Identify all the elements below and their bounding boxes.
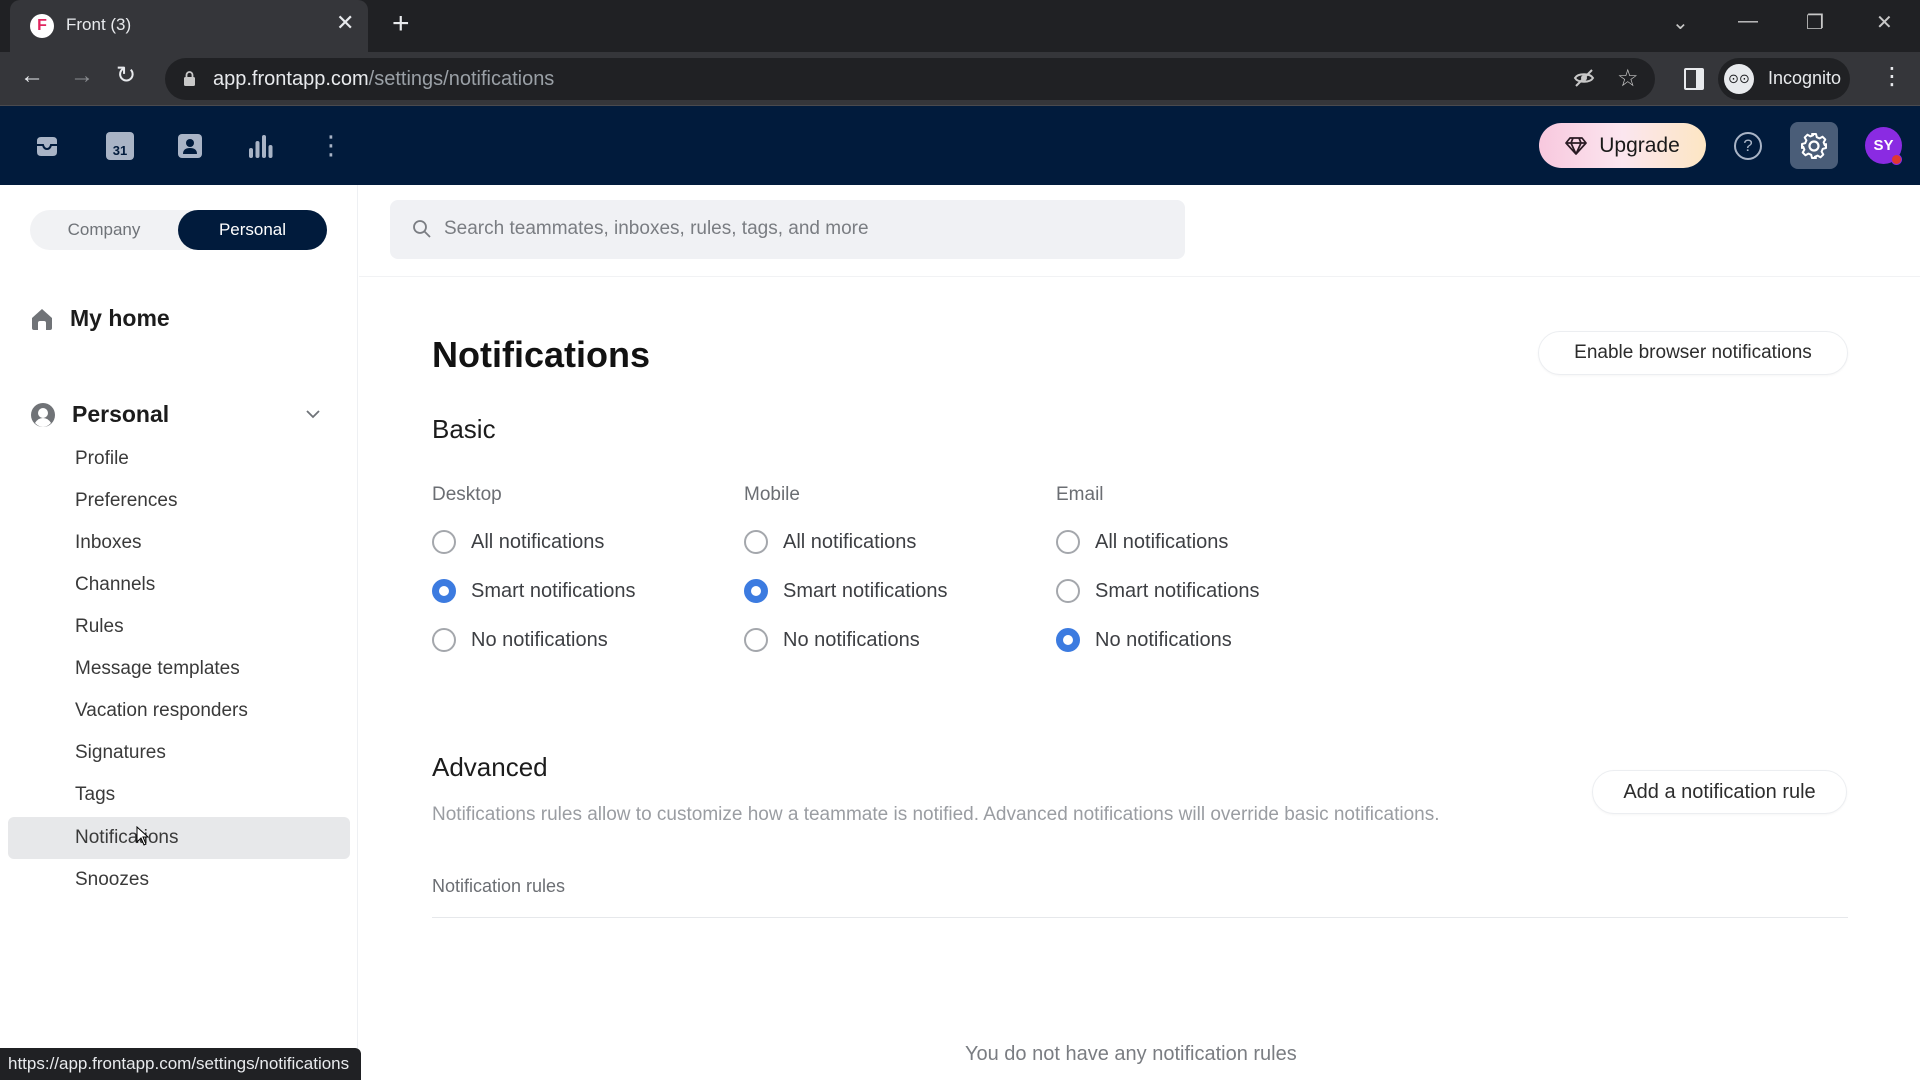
mouse-cursor-icon	[136, 826, 150, 846]
help-icon[interactable]: ?	[1734, 132, 1762, 160]
radio-checked[interactable]	[744, 579, 768, 603]
calendar-icon[interactable]: 31	[106, 132, 134, 160]
radio-unchecked[interactable]	[432, 628, 456, 652]
radio-checked[interactable]	[432, 579, 456, 603]
header-divider	[359, 276, 1920, 277]
email-no-notifications-radio[interactable]: No notifications	[1056, 628, 1232, 652]
browser-tab[interactable]: F Front (3) ✕	[10, 0, 368, 52]
radio-unchecked[interactable]	[744, 628, 768, 652]
sidebar-my-home[interactable]: My home	[30, 305, 170, 332]
settings-search-input[interactable]: Search teammates, inboxes, rules, tags, …	[390, 200, 1185, 259]
mobile-column-label: Mobile	[744, 484, 800, 505]
radio-unchecked[interactable]	[1056, 530, 1080, 554]
desktop-smart-notifications-radio[interactable]: Smart notifications	[432, 579, 636, 603]
email-all-notifications-radio[interactable]: All notifications	[1056, 530, 1228, 554]
incognito-profile-button[interactable]: ⊙⊙ Incognito	[1718, 58, 1850, 100]
email-column-label: Email	[1056, 484, 1104, 505]
back-icon[interactable]: ←	[20, 64, 44, 88]
sidebar-item-profile[interactable]: Profile	[8, 438, 350, 480]
toggle-company[interactable]: Company	[30, 210, 178, 250]
upgrade-button[interactable]: Upgrade	[1539, 123, 1706, 168]
settings-button[interactable]	[1790, 122, 1838, 169]
search-icon	[413, 220, 431, 238]
toggle-personal[interactable]: Personal	[178, 210, 327, 250]
tab-title: Front (3)	[66, 15, 132, 34]
empty-rules-message: You do not have any notification rules	[965, 1043, 1297, 1065]
desktop-column-label: Desktop	[432, 484, 502, 505]
radio-checked[interactable]	[1056, 628, 1080, 652]
diamond-icon	[1565, 136, 1588, 155]
lock-icon	[184, 71, 195, 86]
restore-icon[interactable]: ❐	[1806, 10, 1824, 35]
tracking-protection-eye-icon[interactable]	[1573, 68, 1595, 94]
more-apps-icon[interactable]: ⋮	[318, 132, 344, 160]
notification-rules-header: Notification rules	[432, 876, 566, 896]
inbox-icon[interactable]	[33, 132, 61, 160]
page-title: Notifications	[432, 334, 651, 375]
search-placeholder: Search teammates, inboxes, rules, tags, …	[444, 218, 869, 239]
sidebar-item-signatures[interactable]: Signatures	[8, 732, 350, 774]
new-tab-icon[interactable]: +	[392, 9, 410, 39]
forward-icon[interactable]: →	[70, 64, 94, 88]
chevron-down-icon[interactable]	[305, 406, 321, 424]
front-favicon-icon: F	[30, 14, 54, 38]
sidebar-section-personal[interactable]: Personal	[30, 401, 169, 428]
user-circle-icon	[31, 402, 55, 427]
scope-toggle: Company Personal	[30, 210, 327, 250]
email-smart-notifications-radio[interactable]: Smart notifications	[1056, 579, 1260, 603]
settings-sidebar: Company Personal My home Personal Profil…	[0, 185, 358, 1080]
browser-toolbar: ← → ↻ app.frontapp.com/settings/notifica…	[0, 52, 1920, 106]
bookmark-star-icon[interactable]: ☆	[1617, 64, 1639, 93]
contacts-icon[interactable]	[176, 132, 204, 160]
app-header: 31 ⋮ Upgrade ? SY	[0, 106, 1920, 185]
radio-unchecked[interactable]	[744, 530, 768, 554]
sidebar-item-tags[interactable]: Tags	[8, 774, 350, 816]
tab-close-icon[interactable]: ✕	[336, 12, 354, 34]
browser-menu-icon[interactable]: ⋮	[1880, 62, 1904, 91]
sidebar-item-channels[interactable]: Channels	[8, 564, 350, 606]
link-status-bubble: https://app.frontapp.com/settings/notifi…	[0, 1048, 362, 1080]
address-bar[interactable]: app.frontapp.com/settings/notifications …	[165, 58, 1655, 100]
radio-unchecked[interactable]	[1056, 579, 1080, 603]
browser-tab-strip: F Front (3) ✕ + ⌄ — ❐ ✕	[0, 0, 1920, 52]
radio-unchecked[interactable]	[432, 530, 456, 554]
basic-section-title: Basic	[432, 414, 496, 444]
tab-search-chevron-icon[interactable]: ⌄	[1672, 10, 1689, 35]
sidebar-item-preferences[interactable]: Preferences	[8, 480, 350, 522]
sidebar-item-inboxes[interactable]: Inboxes	[8, 522, 350, 564]
sidebar-item-notifications[interactable]: Notifications	[8, 817, 350, 859]
notification-dot	[1891, 154, 1902, 165]
rules-divider	[432, 917, 1848, 918]
minimize-icon[interactable]: —	[1738, 10, 1758, 33]
reload-icon[interactable]: ↻	[116, 64, 136, 88]
mobile-smart-notifications-radio[interactable]: Smart notifications	[744, 579, 948, 603]
desktop-all-notifications-radio[interactable]: All notifications	[432, 530, 604, 554]
gear-icon	[1801, 132, 1827, 159]
sidebar-item-vacation-responders[interactable]: Vacation responders	[8, 690, 350, 732]
analytics-icon[interactable]	[246, 132, 274, 160]
enable-browser-notifications-button[interactable]: Enable browser notifications	[1538, 331, 1848, 375]
home-icon	[32, 308, 52, 330]
mobile-all-notifications-radio[interactable]: All notifications	[744, 530, 916, 554]
sidebar-item-message-templates[interactable]: Message templates	[8, 648, 350, 690]
add-notification-rule-button[interactable]: Add a notification rule	[1592, 770, 1847, 814]
advanced-section-title: Advanced	[432, 752, 548, 782]
sidebar-item-snoozes[interactable]: Snoozes	[8, 859, 350, 901]
side-panel-icon[interactable]	[1684, 68, 1704, 90]
window-close-icon[interactable]: ✕	[1876, 10, 1893, 35]
advanced-description: Notifications rules allow to customize h…	[432, 804, 1440, 825]
url-text: app.frontapp.com/settings/notifications	[213, 68, 555, 90]
mobile-no-notifications-radio[interactable]: No notifications	[744, 628, 920, 652]
desktop-no-notifications-radio[interactable]: No notifications	[432, 628, 608, 652]
sidebar-item-rules[interactable]: Rules	[8, 606, 350, 648]
incognito-icon: ⊙⊙	[1724, 64, 1754, 94]
